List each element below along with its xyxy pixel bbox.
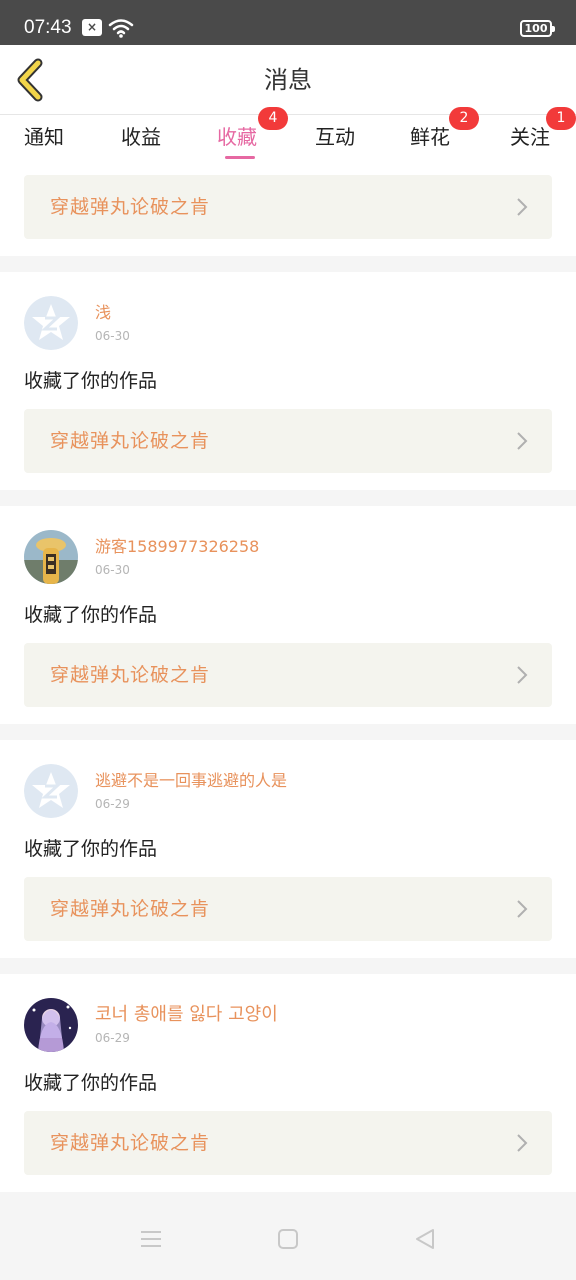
message-date: 06-30 [95, 563, 130, 577]
username[interactable]: 游客1589977326258 [95, 537, 259, 557]
work-link[interactable]: 穿越弹丸论破之肯 [24, 643, 552, 707]
chevron-right-icon [517, 666, 528, 684]
home-icon[interactable] [276, 1227, 300, 1251]
work-title: 穿越弹丸论破之肯 [50, 1132, 211, 1154]
username[interactable]: 浅 [95, 303, 111, 323]
work-title: 穿越弹丸论破之肯 [50, 898, 211, 920]
list-item: 穿越弹丸论破之肯 [0, 160, 576, 256]
tab-follows[interactable]: 关注 1 [510, 107, 576, 160]
system-nav-bar [0, 1195, 576, 1280]
avatar[interactable] [24, 530, 78, 584]
status-bar: 07:43 × 100 [0, 0, 576, 45]
tab-interactions[interactable]: 互动 [315, 115, 365, 160]
work-title: 穿越弹丸论破之肯 [50, 196, 211, 218]
tab-label: 收藏 [217, 125, 257, 149]
action-text: 收藏了你的作品 [24, 1072, 158, 1094]
chevron-right-icon [517, 900, 528, 918]
back-nav-icon[interactable] [413, 1227, 437, 1251]
tab-label: 通知 [24, 125, 64, 149]
wifi-icon [108, 19, 134, 38]
avatar[interactable] [24, 764, 78, 818]
chevron-right-icon [517, 1134, 528, 1152]
notification-icon: × [82, 19, 102, 36]
default-avatar-icon [24, 764, 78, 818]
work-link[interactable]: 穿越弹丸论破之肯 [24, 1111, 552, 1175]
username[interactable]: 코너 총애를 잃다 고양이 [95, 1005, 278, 1025]
chevron-right-icon [517, 432, 528, 450]
action-text: 收藏了你的作品 [24, 604, 158, 626]
message-date: 06-29 [95, 797, 130, 811]
tab-earnings[interactable]: 收益 [121, 115, 171, 160]
tab-badge: 2 [449, 107, 479, 130]
menu-icon[interactable] [139, 1227, 163, 1251]
tab-bar: 通知 收益 收藏 4 互动 鲜花 2 关注 1 [0, 107, 576, 160]
photo-avatar-icon [24, 530, 78, 584]
tab-flowers[interactable]: 鲜花 2 [410, 107, 479, 160]
work-title: 穿越弹丸论破之肯 [50, 664, 211, 686]
list-item: 游客1589977326258 06-30 收藏了你的作品 穿越弹丸论破之肯 [0, 506, 576, 724]
header: 消息 [0, 45, 576, 115]
battery-icon: 100 [520, 20, 555, 37]
default-avatar-icon [24, 296, 78, 350]
tab-badge: 1 [546, 107, 576, 130]
tab-label: 关注 [510, 125, 550, 149]
page-title: 消息 [264, 66, 312, 94]
avatar[interactable] [24, 296, 78, 350]
tab-label: 收益 [121, 125, 161, 149]
tab-label: 互动 [315, 125, 355, 149]
message-date: 06-30 [95, 329, 130, 343]
active-tab-indicator [225, 156, 255, 159]
avatar[interactable] [24, 998, 78, 1052]
anime-avatar-icon [24, 998, 78, 1052]
list-item: 코너 총애를 잃다 고양이 06-29 收藏了你的作品 穿越弹丸论破之肯 [0, 974, 576, 1192]
action-text: 收藏了你的作品 [24, 838, 158, 860]
list-item: 浅 06-30 收藏了你的作品 穿越弹丸论破之肯 [0, 272, 576, 490]
chevron-right-icon [517, 198, 528, 216]
list-item: 逃避不是一回事逃避的人是 06-29 收藏了你的作品 穿越弹丸论破之肯 [0, 740, 576, 958]
tab-badge: 4 [258, 107, 288, 130]
work-link[interactable]: 穿越弹丸论破之肯 [24, 175, 552, 239]
status-time: 07:43 [24, 17, 72, 38]
tab-notifications[interactable]: 通知 [24, 115, 74, 160]
username[interactable]: 逃避不是一回事逃避的人是 [95, 771, 287, 791]
tab-favorites[interactable]: 收藏 4 [217, 107, 288, 160]
work-link[interactable]: 穿越弹丸论破之肯 [24, 877, 552, 941]
tab-label: 鲜花 [410, 125, 450, 149]
work-title: 穿越弹丸论破之肯 [50, 430, 211, 452]
message-date: 06-29 [95, 1031, 130, 1045]
action-text: 收藏了你的作品 [24, 370, 158, 392]
work-link[interactable]: 穿越弹丸论破之肯 [24, 409, 552, 473]
